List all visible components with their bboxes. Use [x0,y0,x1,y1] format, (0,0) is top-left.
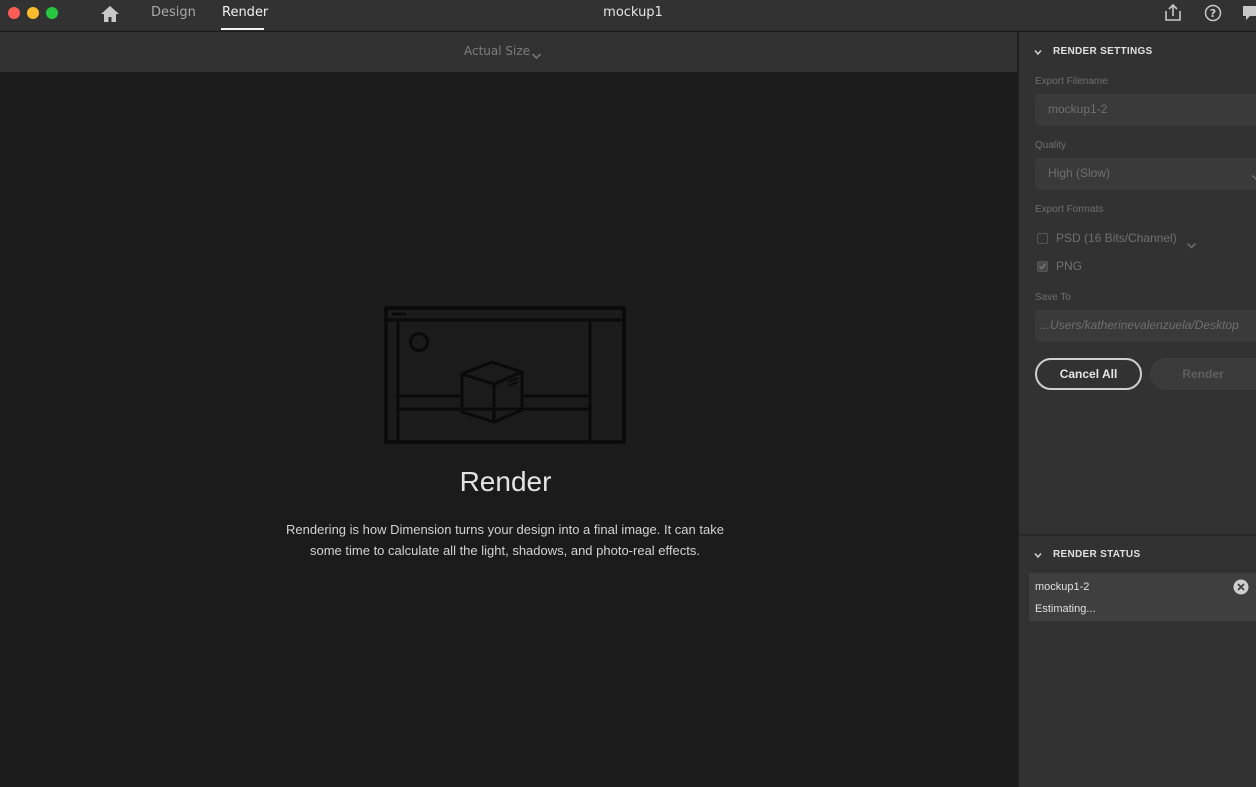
export-filename-label: Export Filename [1035,76,1108,87]
status-item-name: mockup1-2 [1035,581,1090,593]
quality-select[interactable]: High (Slow) [1035,158,1256,190]
title-bar: Design Render mockup1 ? [0,0,1256,31]
psd-checkbox[interactable] [1037,233,1048,244]
render-illustration-icon [384,306,626,444]
viewport-toolbar: Actual Size [0,32,1017,72]
chevron-down-icon[interactable] [1034,48,1042,56]
share-icon[interactable] [1163,3,1183,23]
document-title: mockup1 [603,5,663,20]
cancel-all-button[interactable]: Cancel All [1035,358,1142,390]
png-format-label[interactable]: PNG [1056,259,1082,273]
quality-value: High (Slow) [1048,166,1111,180]
save-to-input[interactable]: ...Users/katherinevalenzuela/Desktop [1035,310,1256,342]
help-icon[interactable]: ? [1203,3,1223,23]
chevron-down-icon[interactable] [1186,235,1197,249]
quality-label: Quality [1035,140,1067,151]
active-tab-indicator [221,28,264,30]
export-filename-input[interactable]: mockup1-2 [1035,94,1256,126]
psd-format-label[interactable]: PSD (16 Bits/Channel) [1056,231,1177,245]
chat-icon[interactable] [1242,3,1256,23]
render-button[interactable]: Render [1150,358,1256,390]
svg-text:?: ? [1210,7,1216,20]
render-description: Rendering is how Dimension turns your de… [286,522,724,558]
cancel-render-icon[interactable] [1233,579,1249,595]
render-canvas: Render Rendering is how Dimension turns … [0,72,1017,787]
section-divider [1019,534,1256,536]
render-status-item: mockup1-2 Estimating... [1029,573,1256,621]
section-title: RENDER SETTINGS [1053,46,1153,57]
export-formats-label: Export Formats [1035,204,1104,215]
png-checkbox[interactable] [1037,261,1048,272]
status-item-text: Estimating... [1035,603,1096,615]
save-to-label: Save To [1035,292,1071,303]
chevron-down-icon [1251,171,1256,181]
render-heading: Render [459,466,552,497]
render-settings-panel: RENDER SETTINGS Export Filename mockup1-… [1019,32,1256,787]
zoom-select[interactable]: Actual Size [464,44,530,58]
chevron-down-icon[interactable] [531,46,542,59]
chevron-down-icon[interactable] [1034,551,1042,559]
section-title: RENDER STATUS [1053,549,1141,560]
